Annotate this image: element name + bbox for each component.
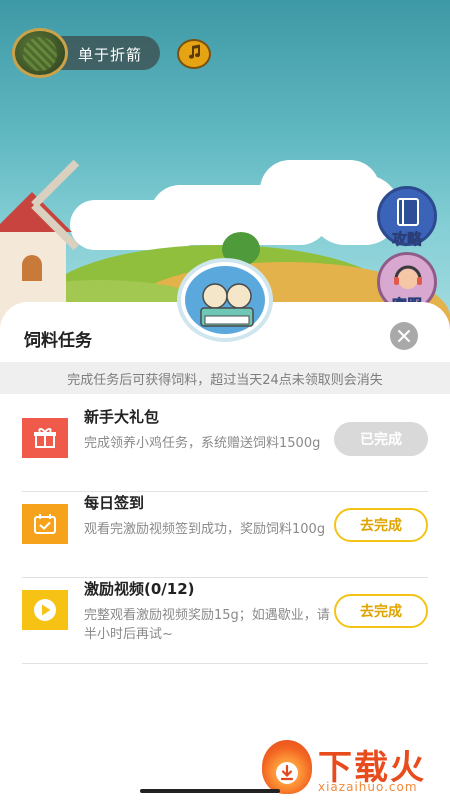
- gift-icon: [22, 418, 68, 458]
- task-notice: 完成任务后可获得饲料，超过当天24点未领取则会消失: [0, 362, 450, 394]
- feed-task-sheet: 饲料任务 完成任务后可获得饲料，超过当天24点未领取则会消失 新手大礼包 完成领…: [0, 302, 450, 800]
- task-item-reward-video: 激励视频(0/12) 完整观看激励视频奖励15g；如遇歇业，请半小时后再试~ 去…: [22, 578, 428, 664]
- home-indicator[interactable]: [140, 789, 280, 793]
- task-title: 每日签到: [84, 494, 145, 512]
- user-avatar[interactable]: [12, 28, 68, 78]
- task-title: 新手大礼包: [84, 408, 160, 426]
- flame-logo-icon: [262, 740, 312, 794]
- task-description: 完整观看激励视频奖励15g；如遇歇业，请半小时后再试~: [84, 608, 330, 642]
- go-complete-button[interactable]: 去完成: [334, 594, 428, 628]
- play-icon: [22, 590, 68, 630]
- close-button[interactable]: [390, 322, 418, 350]
- task-description: 观看完激励视频签到成功，奖励饲料100g: [84, 522, 326, 537]
- watermark-logo: 下载火 xiazaihuo.com: [262, 740, 442, 796]
- headset-icon: [392, 263, 424, 297]
- calendar-check-icon: [22, 504, 68, 544]
- mascot-avatar: [177, 258, 273, 342]
- watermark-url: xiazaihuo.com: [318, 780, 418, 794]
- close-icon: [398, 327, 410, 346]
- go-complete-button[interactable]: 去完成: [334, 508, 428, 542]
- task-item-newbie-gift: 新手大礼包 完成领养小鸡任务，系统赠送饲料1500g 已完成: [22, 406, 428, 492]
- music-note-icon: [185, 43, 203, 65]
- task-title: 激励视频(0/12): [84, 580, 195, 598]
- windmill-door: [22, 255, 42, 281]
- sheet-title: 饲料任务: [24, 331, 92, 351]
- music-button[interactable]: [177, 39, 211, 69]
- book-icon: [396, 197, 420, 231]
- strategy-button[interactable]: 攻略: [377, 186, 437, 249]
- username: 单于折箭: [78, 46, 143, 64]
- mascot-characters-icon: [200, 283, 254, 327]
- task-completed-button: 已完成: [334, 422, 428, 456]
- task-item-daily-checkin: 每日签到 观看完激励视频签到成功，奖励饲料100g 去完成: [22, 492, 428, 578]
- cloud: [70, 200, 200, 250]
- task-description: 完成领养小鸡任务，系统赠送饲料1500g: [84, 436, 321, 451]
- strategy-label: 攻略: [391, 230, 423, 249]
